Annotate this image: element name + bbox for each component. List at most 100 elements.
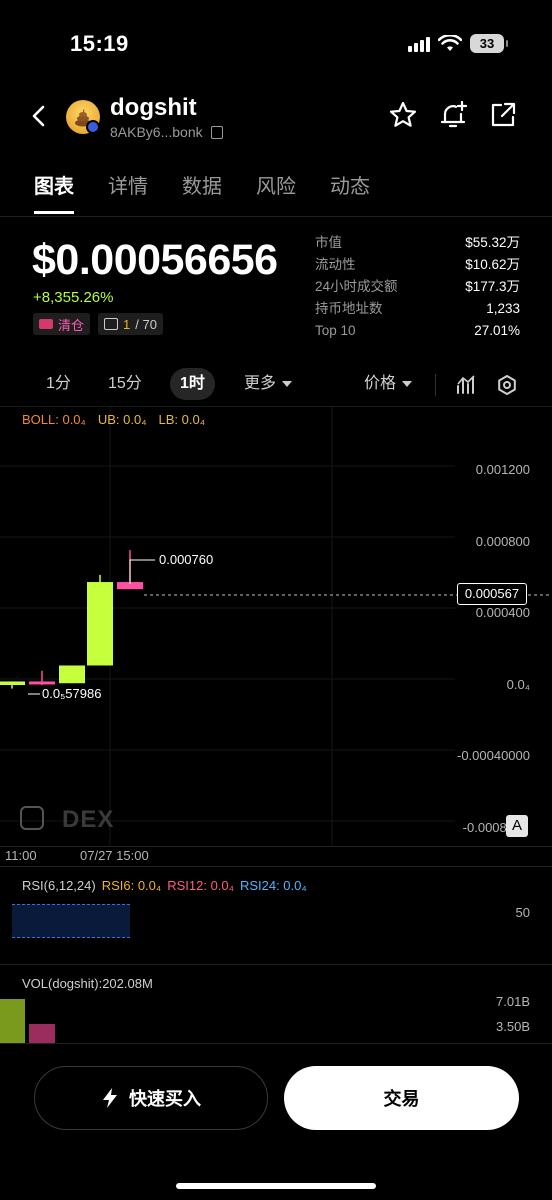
quick-buy-button[interactable]: 快速买入 xyxy=(34,1066,268,1130)
section-tabs: 图表 详情 数据 风险 动态 xyxy=(34,170,370,214)
trade-button[interactable]: 交易 xyxy=(284,1066,519,1130)
chart-canvas xyxy=(0,407,552,847)
rsi6-value: RSI6: 0.0₄ xyxy=(101,878,162,893)
stat-value: $10.62万 xyxy=(465,257,520,272)
status-icons: 33 xyxy=(408,34,508,53)
tab-chart[interactable]: 图表 xyxy=(34,170,74,214)
rsi24-value: RSI24: 0.0₄ xyxy=(239,878,307,893)
x-axis-label: 11:00 xyxy=(5,848,37,863)
quick-buy-label: 快速买入 xyxy=(129,1089,201,1109)
rsi-band xyxy=(12,904,130,938)
stat-value: $55.32万 xyxy=(465,235,520,250)
candlestick-chart[interactable] xyxy=(0,406,552,847)
stat-value: 27.01% xyxy=(474,323,520,338)
status-time: 15:19 xyxy=(70,31,129,56)
boll-ub-value: UB: 0.0₄ xyxy=(97,412,147,427)
volume-divider xyxy=(0,1043,552,1044)
interval-more[interactable]: 更多 xyxy=(244,368,293,400)
chevron-down-icon xyxy=(402,380,413,387)
stat-label: Top 10 xyxy=(315,323,356,338)
back-chevron-icon[interactable] xyxy=(26,102,54,130)
current-price: $0.00056656 xyxy=(32,236,278,284)
stat-row: 24小时成交额 $177.3万 xyxy=(315,276,520,298)
low-annotation: 0.0₅57986 xyxy=(42,686,102,701)
image-count-current: 1 xyxy=(123,316,131,332)
rsi-title: RSI(6,12,24) xyxy=(22,878,96,893)
chain-badge-icon xyxy=(86,120,100,134)
y-axis-label: 0.000400 xyxy=(475,605,530,620)
price-mode-label: 价格 xyxy=(364,375,397,392)
y-axis-label: 0.001200 xyxy=(475,462,530,477)
interval-1m[interactable]: 1分 xyxy=(46,368,71,400)
tab-activity[interactable]: 动态 xyxy=(330,170,370,214)
copy-icon[interactable] xyxy=(210,125,223,139)
current-price-tag: 0.000567 xyxy=(457,583,527,605)
stat-value: $177.3万 xyxy=(465,279,520,294)
rsi-divider xyxy=(0,964,552,965)
stat-row: Top 10 27.01% xyxy=(315,320,520,342)
image-icon xyxy=(104,318,119,330)
image-count-total: / 70 xyxy=(135,316,157,332)
rsi12-value: RSI12: 0.0₄ xyxy=(167,878,234,893)
rsi-level-label: 50 xyxy=(515,905,530,920)
chart-bottom-divider xyxy=(0,846,552,847)
toolbar-divider xyxy=(435,374,436,396)
chevron-down-icon xyxy=(282,380,293,387)
x-axis-label: 07/27 15:00 xyxy=(80,848,149,863)
fullscreen-icon[interactable] xyxy=(20,806,44,830)
boll-legend: BOLL: 0.0₄ UB: 0.0₄ LB: 0.0₄ xyxy=(22,412,205,427)
volume-bar xyxy=(29,1024,55,1043)
stat-value: 1,233 xyxy=(486,301,520,316)
interval-1h[interactable]: 1时 xyxy=(170,368,215,400)
stat-label: 流动性 xyxy=(315,257,356,272)
stat-label: 持币地址数 xyxy=(315,301,383,316)
token-header: dogshit 8AKBy6...bonk xyxy=(0,90,552,146)
interval-15m[interactable]: 15分 xyxy=(108,368,142,400)
stat-row: 市值 $55.32万 xyxy=(315,232,520,254)
market-stats: 市值 $55.32万 流动性 $10.62万 24小时成交额 $177.3万 持币地址… xyxy=(315,232,520,342)
high-annotation-line xyxy=(129,559,155,584)
settings-icon[interactable] xyxy=(496,374,518,396)
volume-y-label: 7.01B xyxy=(496,994,530,1009)
wifi-icon xyxy=(438,34,462,51)
tag-pills: 清仓 1 / 70 xyxy=(33,313,163,335)
favorite-star-icon[interactable] xyxy=(388,100,418,130)
token-address-text: 8AKBy6...bonk xyxy=(110,124,203,140)
dex-watermark: DEX xyxy=(62,806,115,833)
stat-row: 流动性 $10.62万 xyxy=(315,254,520,276)
candle-body xyxy=(59,665,85,684)
interval-more-label: 更多 xyxy=(244,375,277,392)
indicator-icon[interactable] xyxy=(455,374,477,396)
candle-body xyxy=(29,681,55,685)
battery-icon: 33 xyxy=(470,34,508,53)
token-name: dogshit xyxy=(110,94,197,121)
image-count-tag[interactable]: 1 / 70 xyxy=(98,313,163,335)
tab-data[interactable]: 数据 xyxy=(182,170,222,214)
share-external-icon[interactable] xyxy=(488,100,518,130)
volume-y-label: 3.50B xyxy=(496,1019,530,1034)
chart-toolbar: 1分 15分 1时 更多 价格 xyxy=(0,368,552,402)
candle-body xyxy=(87,582,113,666)
tab-divider xyxy=(0,216,552,217)
battery-level: 33 xyxy=(479,36,495,51)
y-axis-label: -0.00040000 xyxy=(456,748,530,763)
price-change: +8,355.26% xyxy=(33,289,114,306)
tab-details[interactable]: 详情 xyxy=(108,170,148,214)
auto-scale-button[interactable]: A xyxy=(506,815,528,837)
clear-position-tag[interactable]: 清仓 xyxy=(33,313,91,335)
candle-body xyxy=(0,681,25,685)
price-mode-select[interactable]: 价格 xyxy=(364,368,413,400)
code-icon xyxy=(39,319,53,329)
cellular-signal-icon xyxy=(408,36,430,52)
add-alert-bell-icon[interactable] xyxy=(438,100,468,130)
stat-label: 24小时成交额 xyxy=(315,279,398,294)
y-axis-label: 0.0₄ xyxy=(506,677,530,692)
boll-lb-value: LB: 0.0₄ xyxy=(158,412,206,427)
tab-risk[interactable]: 风险 xyxy=(256,170,296,214)
lightning-icon xyxy=(103,1088,117,1108)
token-address[interactable]: 8AKBy6...bonk xyxy=(110,124,223,140)
boll-value: BOLL: 0.0₄ xyxy=(22,412,86,427)
x-axis-divider xyxy=(0,866,552,867)
stat-row: 持币地址数 1,233 xyxy=(315,298,520,320)
y-axis-label: 0.000800 xyxy=(475,534,530,549)
